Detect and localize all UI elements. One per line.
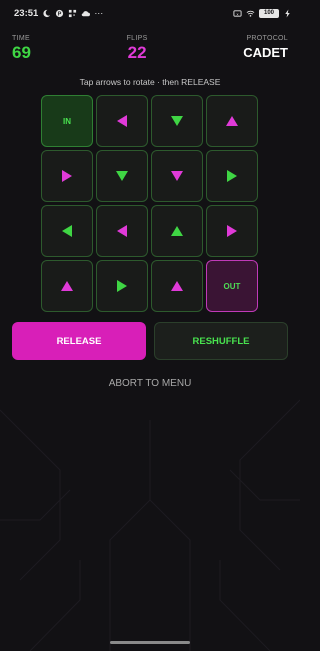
svg-text:x: x <box>236 11 238 16</box>
arrow-right-icon <box>117 280 127 292</box>
app-notification-icon: P <box>56 9 64 17</box>
arrow-tile[interactable] <box>41 205 93 257</box>
arrow-tile[interactable] <box>96 95 148 147</box>
arrow-left-icon <box>62 225 72 237</box>
arrow-tile[interactable] <box>41 150 93 202</box>
arrow-tile[interactable] <box>151 95 203 147</box>
arrow-tile[interactable] <box>151 150 203 202</box>
time-stat: TIME 69 <box>12 35 31 69</box>
protocol-stat: PROTOCOL CADET <box>243 35 288 69</box>
time-label: TIME <box>12 35 30 42</box>
status-time: 23:51 <box>14 7 39 19</box>
arrow-tile[interactable] <box>96 205 148 257</box>
sim-card-icon: x <box>233 9 242 17</box>
arrow-right-icon <box>62 170 72 182</box>
arrow-left-icon <box>117 115 127 127</box>
arrow-down-icon <box>171 171 183 181</box>
arrow-tile[interactable] <box>206 150 258 202</box>
qr-code-icon <box>69 9 77 17</box>
time-value: 69 <box>12 43 31 62</box>
in-tile[interactable]: IN <box>41 95 93 147</box>
reshuffle-button[interactable]: RESHUFFLE <box>154 322 288 360</box>
arrow-tile[interactable] <box>151 205 203 257</box>
flips-label: FLIPS <box>126 35 148 42</box>
out-tile[interactable]: OUT <box>206 260 258 312</box>
arrow-tile[interactable] <box>206 205 258 257</box>
flips-stat: FLIPS 22 <box>127 35 148 69</box>
puzzle-grid: IN OUT <box>41 95 258 312</box>
arrow-up-icon <box>171 281 183 291</box>
arrow-up-icon <box>226 116 238 126</box>
arrow-left-icon <box>117 225 127 237</box>
more-notifications-icon: ··· <box>94 8 104 18</box>
arrow-tile[interactable] <box>96 260 148 312</box>
out-label: OUT <box>223 281 241 291</box>
arrow-up-icon <box>171 226 183 236</box>
arrow-down-icon <box>116 171 128 181</box>
protocol-value: CADET <box>243 45 288 60</box>
in-label: IN <box>63 116 71 126</box>
game-stats: TIME 69 FLIPS 22 PROTOCOL CADET <box>0 26 300 69</box>
home-indicator[interactable] <box>110 641 190 644</box>
battery-icon: 100 <box>259 8 279 18</box>
svg-text:P: P <box>58 11 62 17</box>
instruction-hint: Tap arrows to rotate · then RELEASE <box>79 77 221 87</box>
cloud-icon <box>82 10 91 16</box>
arrow-tile[interactable] <box>96 150 148 202</box>
arrow-down-icon <box>171 116 183 126</box>
arrow-tile[interactable] <box>206 95 258 147</box>
abort-to-menu-button[interactable]: ABORT TO MENU <box>0 378 300 389</box>
arrow-up-icon <box>61 281 73 291</box>
flips-value: 22 <box>127 43 147 62</box>
arrow-tile[interactable] <box>41 260 93 312</box>
arrow-tile[interactable] <box>151 260 203 312</box>
release-button[interactable]: RELEASE <box>12 322 146 360</box>
charging-bolt-icon <box>285 8 290 18</box>
arrow-right-icon <box>227 225 237 237</box>
moon-icon <box>43 9 51 17</box>
arrow-right-icon <box>227 170 237 182</box>
wifi-icon <box>246 10 255 17</box>
protocol-label: PROTOCOL <box>246 35 288 42</box>
status-bar: 23:51 P ··· x 100 <box>0 0 300 26</box>
